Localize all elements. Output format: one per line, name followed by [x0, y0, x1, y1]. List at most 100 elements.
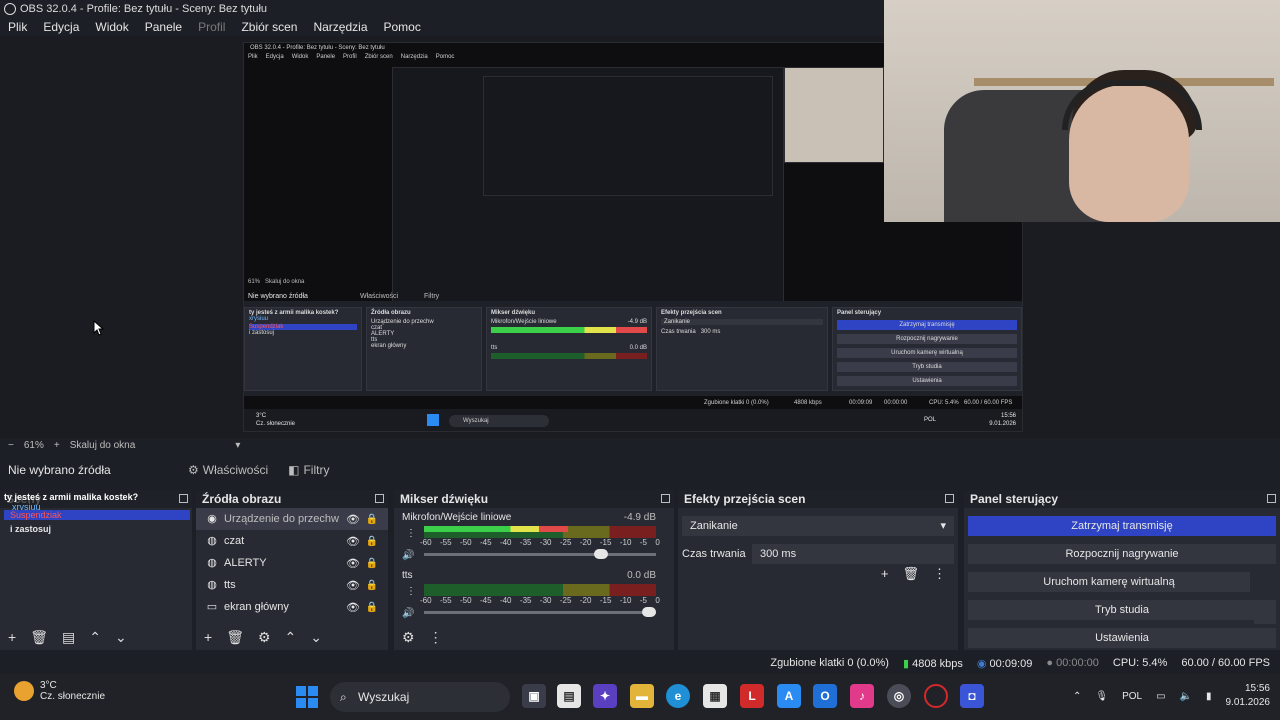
opera-icon[interactable] [924, 684, 948, 708]
edge-browser-icon[interactable]: e [666, 684, 690, 708]
lock-icon[interactable]: 🔒 [366, 536, 378, 547]
speaker-icon[interactable]: 🔊 [402, 608, 414, 619]
obs-taskbar-icon[interactable]: ◎ [887, 684, 911, 708]
microphone-icon[interactable]: 🎙 [1095, 691, 1108, 702]
undock-icon[interactable] [1267, 494, 1276, 503]
scale-tick: -20 [579, 538, 592, 547]
speaker-icon[interactable]: 🔊 [402, 550, 414, 561]
mixer-channel: tts 0.0 dB ⋮ -60 -55 -50 -45 -40 -35 -30… [394, 566, 674, 624]
zoom-in-icon[interactable]: + [54, 440, 60, 451]
undock-icon[interactable] [375, 494, 384, 503]
source-settings-gear-icon[interactable]: ⚙ [258, 629, 271, 646]
lock-icon[interactable]: 🔒 [366, 514, 378, 525]
remove-scene-icon[interactable]: 🗑 [30, 629, 48, 646]
tray-chevron-up-icon[interactable]: ⌃ [1073, 691, 1081, 702]
add-transition-icon[interactable]: + [881, 566, 889, 582]
battery-icon[interactable]: ▮ [1206, 691, 1212, 702]
move-down-icon[interactable]: ⌄ [115, 629, 127, 646]
source-item[interactable]: ◍ czat 👁 🔒 [196, 530, 388, 552]
scale-tick: -10 [619, 596, 632, 605]
task-view-icon[interactable]: ▣ [522, 684, 546, 708]
visibility-eye-icon[interactable]: 👁 [346, 579, 360, 592]
advanced-audio-gear-icon[interactable]: ⚙ [402, 629, 415, 646]
undock-icon[interactable] [945, 494, 954, 503]
l-app-icon[interactable]: L [740, 684, 764, 708]
source-item[interactable]: ▭ ekran główny 👁 🔒 [196, 596, 388, 618]
studio-mode-button[interactable]: Tryb studia [968, 600, 1276, 620]
duration-label: Czas trwania [682, 548, 746, 560]
visibility-eye-icon[interactable]: 👁 [346, 557, 360, 570]
level-meter [424, 584, 656, 596]
transition-menu-icon[interactable]: ⋮ [933, 566, 946, 582]
controls-title: Panel sterujący [970, 492, 1059, 506]
channel-db: -4.9 dB [623, 512, 656, 523]
nested-menu-item: Profil [343, 54, 357, 60]
transition-select[interactable]: Zanikanie ▾ [682, 516, 954, 536]
volume-icon[interactable]: 🔈 [1180, 691, 1192, 702]
discord-icon[interactable]: ◘ [960, 684, 984, 708]
windows-start-icon[interactable] [296, 686, 318, 708]
taskbar-search[interactable]: ⌕ Wyszukaj [330, 682, 510, 712]
clock[interactable]: 15:56 9.01.2026 [1226, 682, 1271, 710]
add-scene-icon[interactable]: + [8, 629, 16, 645]
properties-button[interactable]: ⚙ Właściwości [188, 463, 268, 477]
zoom-out-icon[interactable]: − [8, 440, 14, 451]
stop-streaming-button[interactable]: Zatrzymaj transmisję [968, 516, 1276, 536]
obs-logo-icon [4, 3, 16, 15]
network-icon[interactable]: ▭ [1156, 691, 1165, 702]
volume-slider-handle[interactable] [594, 549, 608, 559]
volume-slider-track[interactable] [424, 611, 656, 614]
scale-tick: -40 [499, 596, 512, 605]
menu-file[interactable]: Plik [0, 18, 35, 36]
move-down-icon[interactable]: ⌄ [310, 629, 322, 646]
store-icon[interactable]: ▦ [703, 684, 727, 708]
menu-edit[interactable]: Edycja [35, 18, 87, 36]
filters-button[interactable]: ◧ Filtry [288, 463, 329, 477]
start-recording-button[interactable]: Rozpocznij nagrywanie [968, 544, 1276, 564]
lock-icon[interactable]: 🔒 [366, 580, 378, 591]
source-item[interactable]: ◉ Urządzenie do przechw 👁 🔒 [196, 508, 388, 530]
settings-button[interactable]: Ustawienia [968, 628, 1276, 648]
scene-item[interactable]: i zastosuj [4, 524, 190, 534]
volume-slider-track[interactable] [424, 553, 656, 556]
channel-menu-icon[interactable]: ⋮ [406, 528, 416, 539]
language-indicator[interactable]: POL [1122, 691, 1142, 702]
remove-source-icon[interactable]: 🗑 [226, 629, 244, 646]
preview-zoom-bar: − 61% + Skaluj do okna ▾ [0, 438, 1280, 452]
weather-widget[interactable]: 3°C Cz. słonecznie [14, 680, 105, 702]
visibility-eye-icon[interactable]: 👁 [346, 601, 360, 614]
fit-to-window-label[interactable]: Skaluj do okna [70, 440, 136, 451]
move-up-icon[interactable]: ⌃ [285, 629, 297, 646]
file-explorer-icon[interactable]: ▬ [630, 684, 654, 708]
menu-view[interactable]: Widok [87, 18, 136, 36]
duration-spinbox[interactable]: 300 ms [752, 544, 954, 564]
menu-tools[interactable]: Narzędzia [305, 18, 375, 36]
menu-scene-collection[interactable]: Zbiór scen [233, 18, 305, 36]
tiktok-icon[interactable]: ♪ [850, 684, 874, 708]
undock-icon[interactable] [661, 494, 670, 503]
scene-item-active[interactable]: Suspendziak [4, 510, 190, 520]
lock-icon[interactable]: 🔒 [366, 602, 378, 613]
source-item[interactable]: ◍ tts 👁 🔒 [196, 574, 388, 596]
channel-menu-icon[interactable]: ⋮ [406, 586, 416, 597]
notepad-icon[interactable]: ▤ [557, 684, 581, 708]
outlook-icon[interactable]: O [813, 684, 837, 708]
lock-icon[interactable]: 🔒 [366, 558, 378, 569]
volume-slider-handle[interactable] [642, 607, 656, 617]
fit-dropdown-chevron-icon[interactable]: ▾ [235, 440, 240, 451]
design-app-icon[interactable]: A [777, 684, 801, 708]
move-up-icon[interactable]: ⌃ [89, 629, 101, 646]
copilot-icon[interactable]: ✦ [593, 684, 617, 708]
menu-profile[interactable]: Profil [190, 18, 233, 36]
source-item[interactable]: ◍ ALERTY 👁 🔒 [196, 552, 388, 574]
visibility-eye-icon[interactable]: 👁 [346, 513, 360, 526]
start-virtual-camera-button[interactable]: Uruchom kamerę wirtualną [968, 572, 1250, 592]
add-source-icon[interactable]: + [204, 629, 212, 645]
menu-help[interactable]: Pomoc [376, 18, 429, 36]
mixer-menu-icon[interactable]: ⋮ [429, 629, 443, 646]
remove-transition-icon[interactable]: 🗑 [902, 566, 919, 582]
visibility-eye-icon[interactable]: 👁 [346, 535, 360, 548]
menu-docks[interactable]: Panele [137, 18, 190, 36]
scene-filters-icon[interactable]: ▤ [62, 629, 75, 646]
nested-ctl-btn: Ustawienia [837, 376, 1017, 386]
